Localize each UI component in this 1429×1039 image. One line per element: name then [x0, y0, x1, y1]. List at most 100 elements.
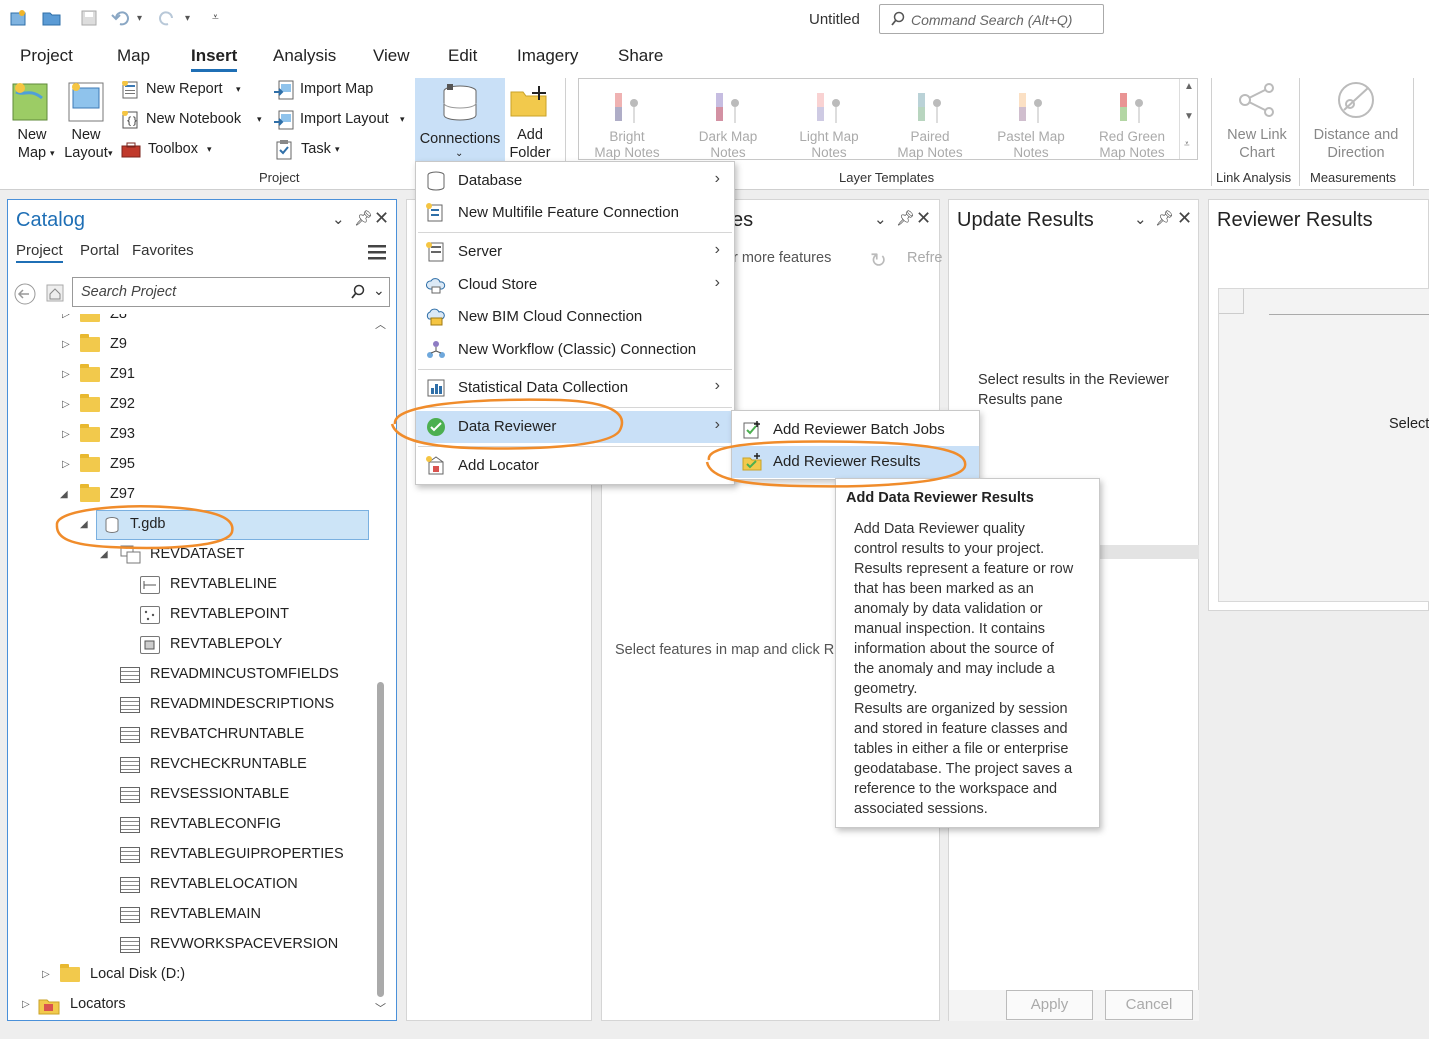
pin-icon[interactable]: 📌︎	[896, 209, 915, 227]
new-report-button[interactable]: New Report ▾	[121, 79, 251, 103]
refresh-icon[interactable]: ↻	[870, 248, 887, 273]
menu-item-add-reviewer-results[interactable]: Add Reviewer Results	[732, 446, 979, 478]
new-layout-button[interactable]: New Layout ▾	[60, 78, 118, 162]
tab-edit[interactable]: Edit	[448, 46, 477, 66]
collapse-icon[interactable]: ◢	[80, 519, 88, 530]
tree-item-table[interactable]: REVSESSIONTABLE	[8, 780, 374, 810]
expand-icon[interactable]: ▷	[62, 459, 70, 470]
tree-item-feature-class[interactable]: REVTABLEPOLY	[8, 630, 374, 660]
scrollbar-thumb[interactable]	[377, 682, 384, 997]
menu-icon[interactable]	[368, 244, 386, 263]
collapse-icon[interactable]: ◢	[60, 489, 68, 500]
task-button[interactable]: Task ▾	[274, 139, 354, 163]
tab-analysis[interactable]: Analysis	[273, 46, 336, 66]
template-paired-map-notes[interactable]: Paired Map Notes	[882, 85, 978, 161]
new-notebook-button[interactable]: {} New Notebook ▾	[121, 109, 271, 133]
tree-item-folder[interactable]: ◢ Z97	[8, 480, 374, 510]
customize-icon[interactable]: ⩡	[212, 10, 230, 28]
tree-item-folder[interactable]: ▷ Z91	[8, 360, 374, 390]
save-icon[interactable]	[80, 9, 98, 27]
tab-share[interactable]: Share	[618, 46, 663, 66]
redo-dropdown-icon[interactable]: ▾	[185, 13, 203, 31]
catalog-scrollbar[interactable]: ︿ ﹀	[374, 314, 388, 1019]
pin-icon[interactable]: 📌︎	[354, 209, 373, 227]
subtab-favorites[interactable]: Favorites	[132, 242, 194, 259]
cancel-button[interactable]: Cancel	[1105, 990, 1193, 1020]
tree-item-table[interactable]: REVTABLEGUIPROPERTIES	[8, 840, 374, 870]
tree-item-folder[interactable]: ▷ Z92	[8, 390, 374, 420]
chevron-down-icon[interactable]: ⌄	[1134, 210, 1147, 228]
search-icon[interactable]	[350, 284, 366, 303]
tree-item-table[interactable]: REVWORKSPACEVERSION	[8, 930, 374, 960]
chevron-down-icon[interactable]: ⌄	[332, 210, 345, 228]
tree-item-table[interactable]: REVTABLECONFIG	[8, 810, 374, 840]
undo-icon[interactable]	[111, 9, 129, 27]
chevron-down-icon[interactable]: ⌄	[874, 210, 887, 228]
chevron-up-icon[interactable]: ︿	[375, 316, 386, 332]
menu-item-cloud-store[interactable]: Cloud Store ›	[416, 269, 734, 301]
menu-item-data-reviewer[interactable]: Data Reviewer ›	[416, 411, 734, 443]
chevron-down-icon[interactable]: ⌄	[373, 282, 385, 299]
menu-item-multifile-connection[interactable]: New Multifile Feature Connection	[416, 197, 734, 229]
expand-icon[interactable]: ▷	[42, 969, 50, 980]
gallery-scroll[interactable]: ▲ ▼ ⩡	[1179, 79, 1198, 159]
tree-item-table[interactable]: REVTABLELOCATION	[8, 870, 374, 900]
tree-item-table[interactable]: REVTABLEMAIN	[8, 900, 374, 930]
tree-item-locators[interactable]: ▷ Locators	[8, 990, 374, 1019]
tab-map[interactable]: Map	[117, 46, 150, 66]
tree-item-folder[interactable]: ▷ Z93	[8, 420, 374, 450]
menu-item-bim-cloud[interactable]: New BIM Cloud Connection	[416, 301, 734, 333]
tree-item-table[interactable]: REVADMINCUSTOMFIELDS	[8, 660, 374, 690]
redo-icon[interactable]	[156, 9, 174, 27]
chevron-down-icon[interactable]: ▼	[1184, 111, 1194, 122]
close-icon[interactable]: ✕	[916, 208, 931, 229]
menu-item-database[interactable]: Database ›	[416, 165, 734, 197]
tree-item-folder[interactable]: ▷ Z8	[8, 314, 374, 330]
template-light-map-notes[interactable]: Light Map Notes	[781, 85, 877, 161]
undo-dropdown-icon[interactable]: ▾	[137, 13, 155, 31]
template-bright-map-notes[interactable]: Bright Map Notes	[579, 85, 675, 161]
tab-insert[interactable]: Insert	[191, 46, 238, 72]
tree-item-table[interactable]: REVCHECKRUNTABLE	[8, 750, 374, 780]
subtab-portal[interactable]: Portal	[80, 242, 119, 259]
apply-button[interactable]: Apply	[1006, 990, 1093, 1020]
tree-item-gdb[interactable]: ◢ T.gdb	[8, 510, 374, 540]
menu-item-server[interactable]: Server ›	[416, 236, 734, 268]
tree-item-folder[interactable]: ▷ Z9	[8, 330, 374, 360]
chevron-down-icon[interactable]: ﹀	[375, 1000, 386, 1016]
tree-item-table[interactable]: REVBATCHRUNTABLE	[8, 720, 374, 750]
new-link-chart-button[interactable]: New Link Chart	[1217, 78, 1297, 162]
expand-icon[interactable]: ▷	[62, 369, 70, 380]
command-search-input[interactable]: Command Search (Alt+Q)	[879, 4, 1104, 34]
import-map-button[interactable]: Import Map	[274, 79, 394, 103]
tab-view[interactable]: View	[373, 46, 410, 66]
toolbox-button[interactable]: Toolbox ▾	[121, 139, 221, 163]
open-project-icon[interactable]	[42, 9, 61, 27]
tree-item-feature-class[interactable]: REVTABLELINE	[8, 570, 374, 600]
tree-item-dataset[interactable]: ◢ REVDATASET	[8, 540, 374, 570]
add-folder-button[interactable]: Add Folder	[507, 78, 553, 162]
expand-icon[interactable]: ▷	[62, 429, 70, 440]
new-project-icon[interactable]	[9, 9, 27, 27]
menu-item-add-locator[interactable]: Add Locator	[416, 450, 734, 482]
distance-direction-button[interactable]: Distance and Direction	[1305, 78, 1407, 162]
tree-item-table[interactable]: REVADMINDESCRIPTIONS	[8, 690, 374, 720]
template-dark-map-notes[interactable]: Dark Map Notes	[680, 85, 776, 161]
search-project-input[interactable]: Search Project ⌄	[72, 277, 390, 307]
tree-item-feature-class[interactable]: REVTABLEPOINT	[8, 600, 374, 630]
close-icon[interactable]: ✕	[374, 208, 389, 229]
close-icon[interactable]: ✕	[1177, 208, 1192, 229]
subtab-project[interactable]: Project	[16, 242, 63, 263]
tree-item-folder[interactable]: ▷ Local Disk (D:)	[8, 960, 374, 990]
refresh-label[interactable]: Refre	[907, 250, 942, 266]
pin-icon[interactable]: 📌︎	[1155, 209, 1174, 227]
expand-icon[interactable]: ▷	[62, 314, 70, 320]
menu-item-add-reviewer-batch-jobs[interactable]: Add Reviewer Batch Jobs	[732, 414, 979, 446]
chevron-up-icon[interactable]: ▲	[1184, 81, 1194, 92]
tab-imagery[interactable]: Imagery	[517, 46, 578, 66]
expand-icon[interactable]: ▷	[22, 999, 30, 1010]
expand-icon[interactable]: ▷	[62, 339, 70, 350]
template-red-green-map-notes[interactable]: Red Green Map Notes	[1084, 85, 1180, 161]
template-pastel-map-notes[interactable]: Pastel Map Notes	[983, 85, 1079, 161]
import-layout-button[interactable]: Import Layout ▾	[274, 109, 412, 133]
